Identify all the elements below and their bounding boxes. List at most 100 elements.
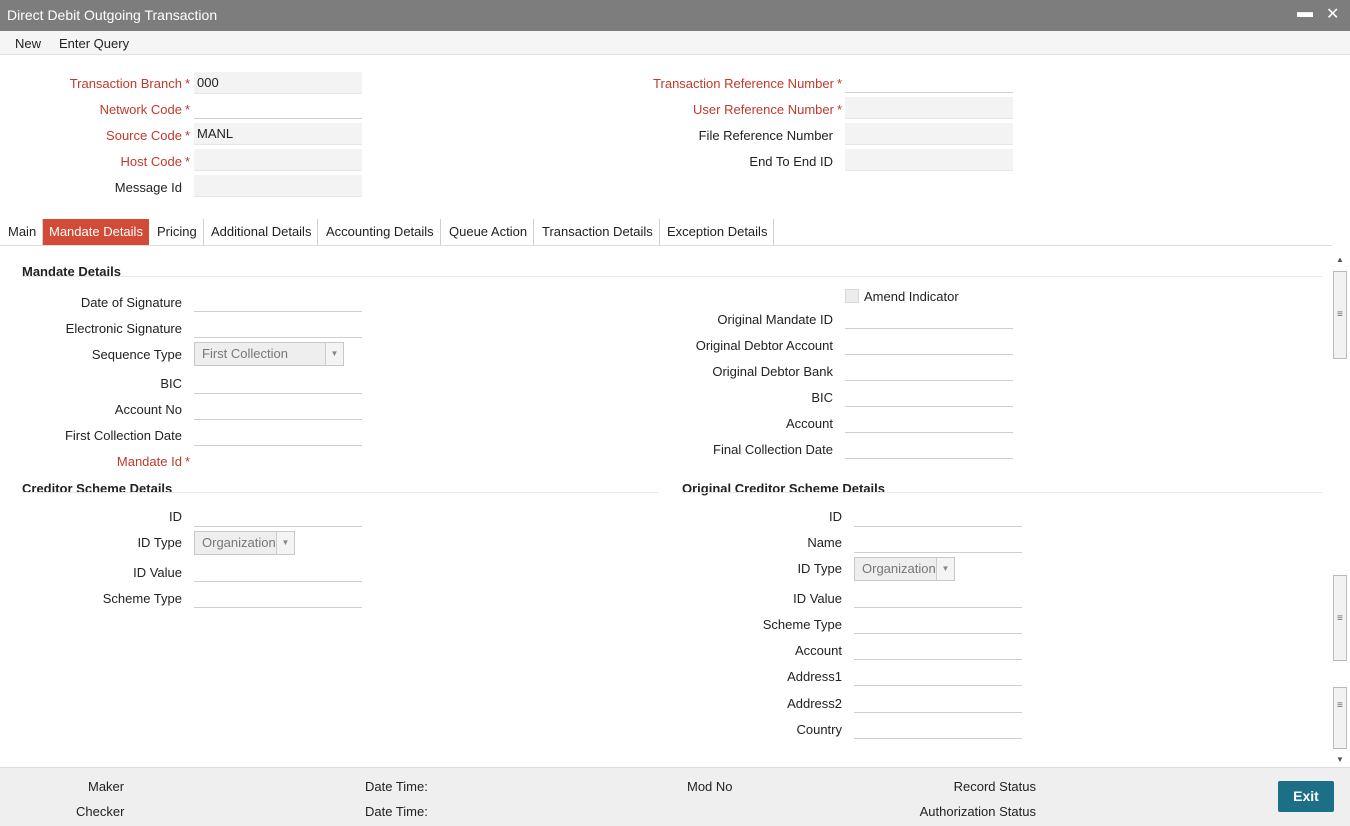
window-title: Direct Debit Outgoing Transaction — [7, 7, 218, 23]
original-mandate-id-label: Original Mandate ID — [717, 312, 833, 327]
orig-creditor-address1-field[interactable] — [854, 664, 1022, 686]
scroll-down-icon[interactable]: ▼ — [1332, 755, 1348, 765]
transaction-reference-number-label: Transaction Reference Number * — [653, 76, 842, 91]
orig-creditor-id-value-field[interactable] — [854, 586, 1022, 608]
window-title-bar: Direct Debit Outgoing Transaction ▬ ✕ — [0, 0, 1350, 31]
enter-query-button[interactable]: Enter Query — [59, 36, 129, 51]
file-reference-number-field[interactable] — [845, 123, 1013, 145]
chevron-down-icon: ▼ — [276, 532, 294, 554]
orig-creditor-scheme-type-label: Scheme Type — [762, 617, 842, 632]
record-status-label: Record Status — [953, 779, 1036, 794]
orig-creditor-country-label: Country — [796, 722, 842, 737]
account-no-label: Account No — [114, 402, 182, 417]
grip-icon: ≡ — [1337, 700, 1343, 711]
mandate-id-label: Mandate Id * — [116, 454, 190, 469]
tab-queue-action[interactable]: Queue Action — [443, 219, 535, 245]
bic-label: BIC — [160, 376, 182, 391]
orig-creditor-id-type-label: ID Type — [797, 561, 842, 576]
scroll-up-icon[interactable]: ▲ — [1332, 255, 1348, 265]
maker-label: Maker — [88, 779, 125, 794]
creditor-scheme-type-field[interactable] — [194, 586, 362, 608]
account-right-field[interactable] — [845, 411, 1013, 433]
tab-main[interactable]: Main — [2, 219, 44, 245]
bic-right-label: BIC — [811, 390, 833, 405]
final-collection-date-label: Final Collection Date — [713, 442, 833, 457]
end-to-end-id-field[interactable] — [845, 149, 1013, 171]
vertical-scrollbar[interactable]: ▲ ≡ ≡ ≡ ▼ — [1332, 255, 1348, 767]
tab-additional-details[interactable]: Additional Details — [205, 219, 319, 245]
original-creditor-scheme-title: Original Creditor Scheme Details — [682, 481, 886, 496]
orig-creditor-address2-field[interactable] — [854, 691, 1022, 713]
original-debtor-bank-field[interactable] — [845, 359, 1013, 381]
account-no-field[interactable] — [194, 398, 362, 420]
chevron-down-icon: ▼ — [936, 558, 954, 580]
tab-transaction-details[interactable]: Transaction Details — [536, 219, 660, 245]
end-to-end-id-label: End To End ID — [749, 154, 833, 169]
orig-creditor-scheme-type-field[interactable] — [854, 612, 1022, 634]
amend-indicator-label: Amend Indicator — [864, 289, 959, 304]
orig-creditor-name-field[interactable] — [854, 531, 1022, 553]
orig-creditor-id-type-value: Organization — [862, 561, 936, 576]
tab-pricing[interactable]: Pricing — [151, 219, 204, 245]
network-code-label: Network Code * — [99, 102, 190, 117]
tab-accounting-details[interactable]: Accounting Details — [320, 219, 441, 245]
final-collection-date-field[interactable] — [845, 437, 1013, 459]
tab-exception-details[interactable]: Exception Details — [661, 219, 775, 245]
orig-creditor-account-field[interactable] — [854, 638, 1022, 660]
exit-button[interactable]: Exit — [1278, 781, 1334, 812]
transaction-reference-number-field[interactable] — [845, 71, 1013, 93]
creditor-id-value-label: ID Value — [133, 565, 182, 580]
grip-icon: ≡ — [1337, 613, 1343, 624]
original-debtor-bank-label: Original Debtor Bank — [712, 364, 833, 379]
transaction-branch-field[interactable]: 000 — [194, 72, 362, 94]
creditor-scheme-type-label: Scheme Type — [102, 591, 182, 606]
original-debtor-account-field[interactable] — [845, 333, 1013, 355]
first-collection-date-field[interactable] — [194, 424, 362, 446]
sequence-type-select[interactable]: First Collection ▼ — [194, 342, 344, 366]
orig-creditor-id-label: ID — [829, 509, 842, 524]
file-reference-number-label: File Reference Number — [698, 128, 833, 143]
new-button[interactable]: New — [15, 36, 41, 51]
original-mandate-id-field[interactable] — [845, 307, 1013, 329]
minimize-icon[interactable]: ▬ — [1297, 4, 1313, 22]
date-of-signature-label: Date of Signature — [80, 295, 182, 310]
bic-right-field[interactable] — [845, 385, 1013, 407]
original-debtor-account-label: Original Debtor Account — [695, 338, 833, 353]
date-of-signature-field[interactable] — [194, 290, 362, 312]
scrollbar-thumb-bottom[interactable]: ≡ — [1333, 687, 1347, 749]
tab-mandate-details[interactable]: Mandate Details — [43, 219, 149, 245]
close-icon[interactable]: ✕ — [1326, 4, 1339, 24]
electronic-signature-field[interactable] — [194, 316, 362, 338]
account-right-label: Account — [786, 416, 833, 431]
mandate-section-divider — [22, 276, 1322, 277]
creditor-id-type-value: Organization — [202, 535, 276, 550]
creditor-id-field[interactable] — [194, 505, 362, 527]
bic-field[interactable] — [194, 372, 362, 394]
creditor-id-type-select[interactable]: Organization ▼ — [194, 531, 295, 555]
audit-footer — [0, 767, 1350, 826]
orig-creditor-id-type-select[interactable]: Organization ▼ — [854, 557, 955, 581]
chevron-down-icon: ▼ — [325, 343, 343, 365]
sequence-type-value: First Collection — [202, 346, 288, 361]
creditor-section-divider — [22, 492, 658, 493]
user-reference-number-field[interactable] — [845, 97, 1013, 119]
scrollbar-thumb-lower[interactable]: ≡ — [1333, 575, 1347, 661]
host-code-label: Host Code * — [120, 154, 190, 169]
creditor-id-value-field[interactable] — [194, 560, 362, 582]
creditor-id-type-label: ID Type — [137, 535, 182, 550]
orig-creditor-country-field[interactable] — [854, 717, 1022, 739]
grip-icon: ≡ — [1337, 309, 1343, 320]
orig-creditor-address2-label: Address2 — [787, 696, 842, 711]
user-reference-number-label: User Reference Number * — [693, 102, 842, 117]
scrollbar-thumb[interactable]: ≡ — [1333, 271, 1347, 359]
tab-bar: Main Mandate Details Pricing Additional … — [0, 219, 1350, 245]
message-id-field[interactable] — [194, 175, 362, 197]
orig-creditor-id-field[interactable] — [854, 505, 1022, 527]
source-code-label: Source Code * — [106, 128, 190, 143]
electronic-signature-label: Electronic Signature — [65, 321, 182, 336]
amend-indicator-checkbox[interactable] — [845, 289, 859, 303]
creditor-id-label: ID — [169, 509, 182, 524]
source-code-field[interactable]: MANL — [194, 123, 362, 145]
host-code-field[interactable] — [194, 149, 362, 171]
network-code-field[interactable] — [194, 97, 362, 119]
